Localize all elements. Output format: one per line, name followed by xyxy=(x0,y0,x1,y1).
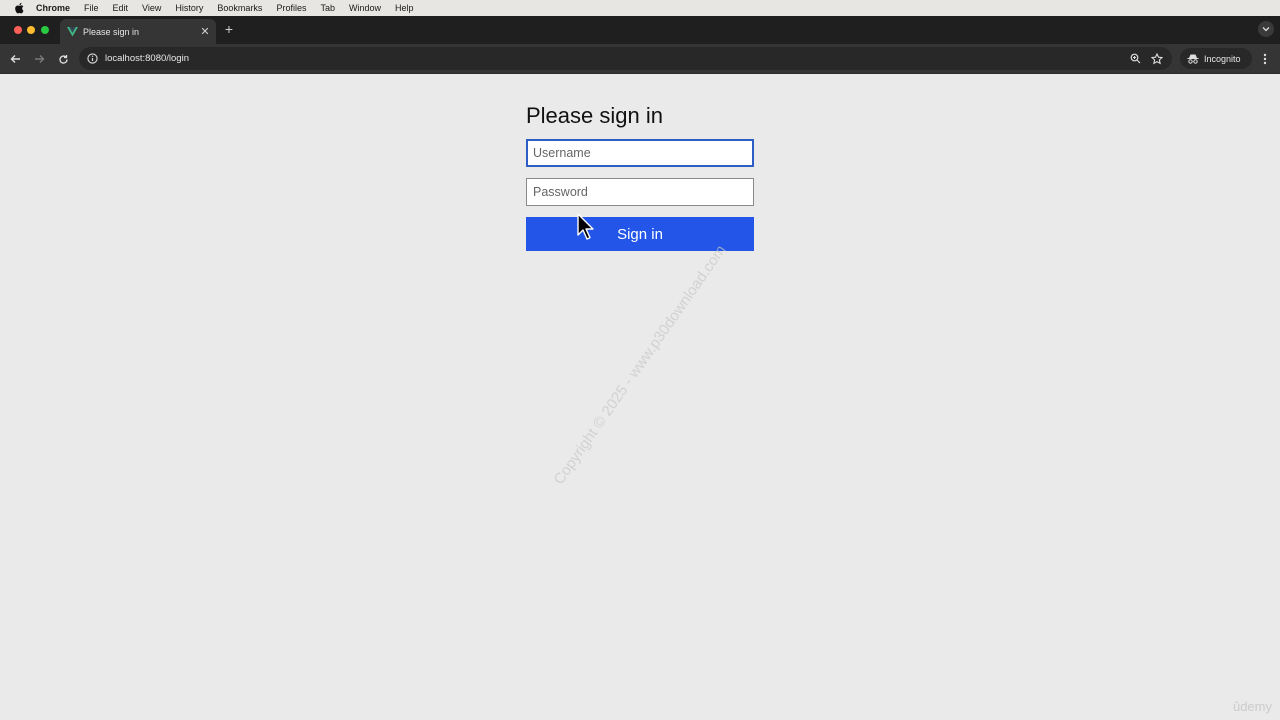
udemy-watermark: ûdemy xyxy=(1232,699,1272,714)
tab-strip: Please sign in ✕ + xyxy=(0,16,1280,44)
menu-history[interactable]: History xyxy=(175,3,203,13)
menu-profiles[interactable]: Profiles xyxy=(276,3,306,13)
arrow-right-icon xyxy=(34,55,44,63)
menu-tab[interactable]: Tab xyxy=(320,3,335,13)
copyright-watermark: Copyright © 2025 - www.p30download.com xyxy=(550,242,730,488)
reload-button[interactable] xyxy=(56,52,70,66)
forward-button[interactable] xyxy=(32,52,46,66)
menu-window[interactable]: Window xyxy=(349,3,381,13)
username-input[interactable] xyxy=(526,139,754,167)
back-button[interactable] xyxy=(8,52,22,66)
url-text[interactable]: localhost:8080/login xyxy=(105,53,1128,64)
new-tab-button[interactable]: + xyxy=(222,22,236,36)
macos-menu-bar: Chrome File Edit View History Bookmarks … xyxy=(0,0,1280,16)
menu-file[interactable]: File xyxy=(84,3,99,13)
more-vertical-icon xyxy=(1263,53,1267,65)
menu-edit[interactable]: Edit xyxy=(113,3,129,13)
menu-bookmarks[interactable]: Bookmarks xyxy=(217,3,262,13)
apple-logo-icon[interactable] xyxy=(13,2,25,14)
bookmark-star-icon[interactable] xyxy=(1150,52,1164,66)
signin-form: Please sign in Sign in xyxy=(526,103,754,251)
menu-view[interactable]: View xyxy=(142,3,161,13)
tab-title: Please sign in xyxy=(83,26,140,37)
address-bar[interactable]: localhost:8080/login xyxy=(79,47,1172,70)
browser-toolbar: localhost:8080/login Incognito xyxy=(0,44,1280,74)
incognito-label: Incognito xyxy=(1204,53,1241,64)
tab-search-button[interactable] xyxy=(1258,21,1274,37)
window-close-button[interactable] xyxy=(14,26,22,34)
menu-app-chrome[interactable]: Chrome xyxy=(36,3,70,13)
password-input[interactable] xyxy=(526,178,754,206)
browser-tab[interactable]: Please sign in ✕ xyxy=(60,19,216,44)
browser-menu-button[interactable] xyxy=(1258,52,1272,66)
zoom-icon[interactable] xyxy=(1128,52,1142,66)
site-info-icon[interactable] xyxy=(86,53,98,65)
incognito-icon xyxy=(1187,53,1199,65)
reload-icon xyxy=(58,54,68,64)
page-title: Please sign in xyxy=(526,103,663,128)
tab-close-icon[interactable]: ✕ xyxy=(198,25,212,39)
arrow-left-icon xyxy=(10,55,20,63)
incognito-profile-button[interactable]: Incognito xyxy=(1180,48,1252,69)
vue-logo-icon xyxy=(66,26,78,38)
chevron-down-icon xyxy=(1262,27,1270,32)
mouse-cursor-icon xyxy=(577,213,594,240)
window-minimize-button[interactable] xyxy=(27,26,35,34)
window-maximize-button[interactable] xyxy=(41,26,49,34)
menu-help[interactable]: Help xyxy=(395,3,414,13)
page-content: Please sign in Sign in Copyright © 2025 … xyxy=(0,75,1280,720)
